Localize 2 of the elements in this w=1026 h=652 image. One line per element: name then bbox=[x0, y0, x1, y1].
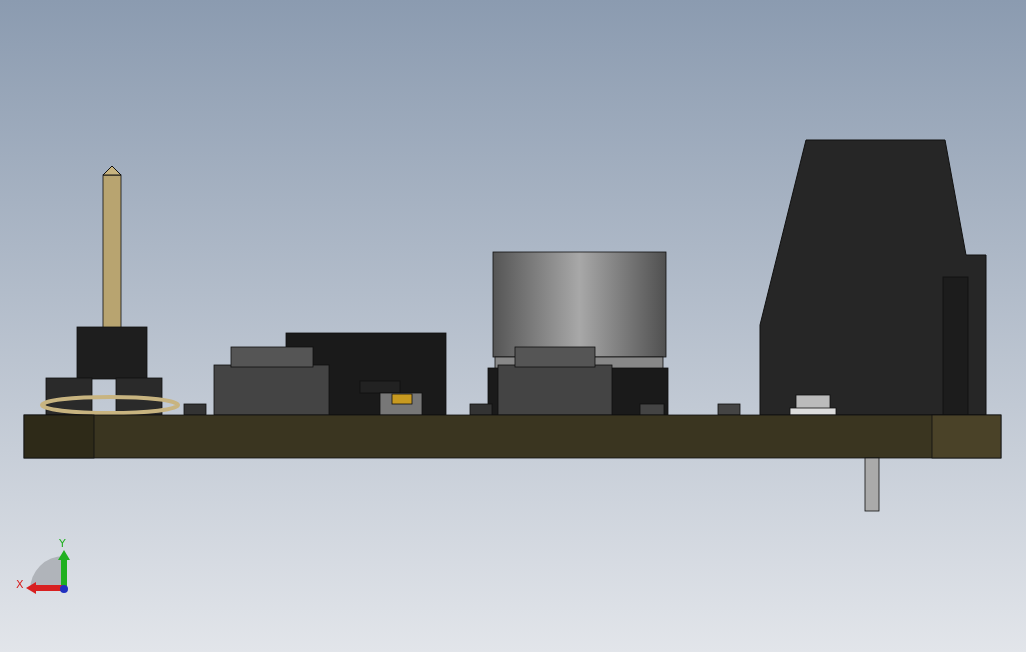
axis-label: Y bbox=[59, 537, 66, 550]
axis-label: X bbox=[16, 578, 24, 591]
